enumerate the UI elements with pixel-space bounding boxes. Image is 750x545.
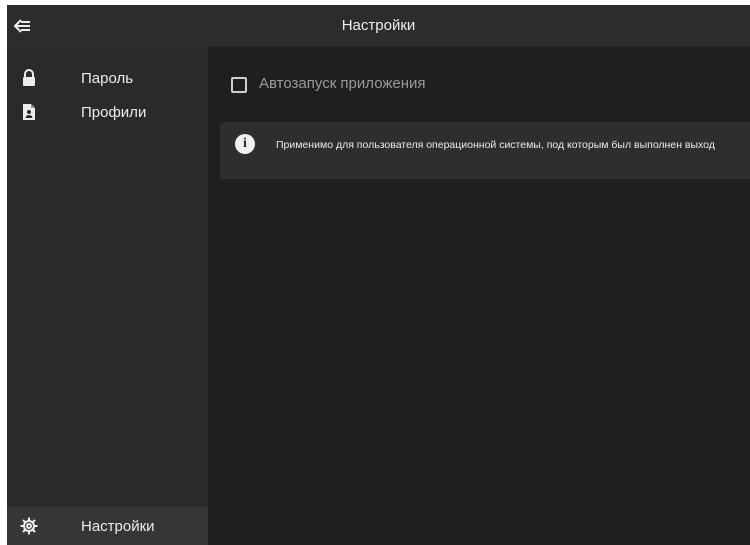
autostart-checkbox[interactable] bbox=[231, 77, 247, 93]
sidebar-item-profiles[interactable]: Профили bbox=[7, 95, 208, 131]
sidebar-item-label: Настройки bbox=[81, 518, 155, 535]
info-text: Применимо для пользователя операционной … bbox=[276, 139, 715, 151]
app-window: Настройки Пароль Профили Настройки Автоз… bbox=[7, 5, 750, 545]
info-icon: i bbox=[235, 134, 255, 154]
sidebar-item-password[interactable]: Пароль bbox=[7, 61, 208, 97]
lock-icon bbox=[23, 69, 35, 86]
autostart-label: Автозапуск приложения bbox=[259, 75, 426, 92]
page-title: Настройки bbox=[341, 17, 416, 34]
info-message: i Применимо для пользователя операционно… bbox=[220, 122, 750, 179]
gear-icon bbox=[20, 517, 38, 535]
sidebar-item-label: Пароль bbox=[81, 70, 134, 87]
main-content: Автозапуск приложения i Применимо для по… bbox=[208, 47, 750, 545]
file-user-icon bbox=[23, 104, 35, 120]
sidebar-item-label: Профили bbox=[81, 104, 147, 121]
sidebar: Пароль Профили bbox=[7, 47, 208, 545]
top-bar: Настройки bbox=[7, 5, 750, 47]
sidebar-item-settings[interactable]: Настройки bbox=[7, 507, 208, 545]
